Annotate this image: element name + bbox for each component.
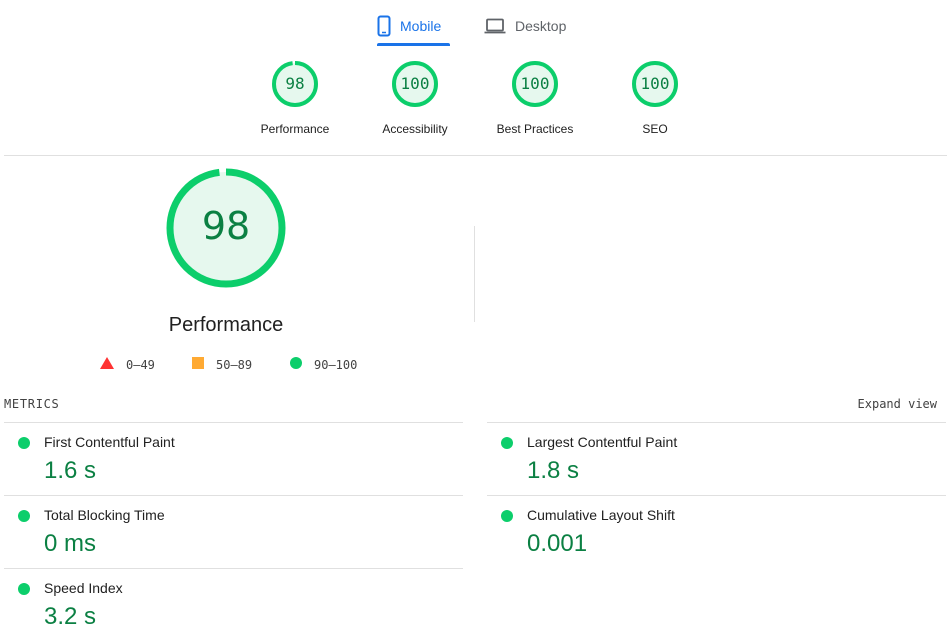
metric-largest-contentful-paint: Largest Contentful Paint 1.8 s xyxy=(487,422,946,495)
metric-value: 1.8 s xyxy=(527,457,580,484)
pass-circle-icon xyxy=(501,437,513,449)
metric-name: First Contentful Paint xyxy=(44,434,175,450)
legend-average-range: 50–89 xyxy=(216,357,253,372)
performance-gauge: 98 xyxy=(165,167,287,289)
legend-fail: 0–49 xyxy=(100,357,155,372)
laptop-icon xyxy=(484,18,506,34)
legend-pass-range: 90–100 xyxy=(314,357,358,372)
metric-cumulative-layout-shift: Cumulative Layout Shift 0.001 xyxy=(487,495,946,568)
category-seo[interactable]: 100 SEO xyxy=(595,58,715,136)
legend-pass: 90–100 xyxy=(290,357,357,372)
metric-name: Largest Contentful Paint xyxy=(527,434,678,450)
score-seo: 100 xyxy=(640,74,670,93)
metric-speed-index: Speed Index 3.2 s xyxy=(4,568,463,641)
performance-title: Performance xyxy=(168,314,284,336)
tab-mobile[interactable]: Mobile xyxy=(377,8,450,46)
triangle-icon xyxy=(100,357,114,372)
pass-circle-icon xyxy=(18,510,30,522)
metrics-title: METRICS xyxy=(4,397,60,411)
metric-name: Total Blocking Time xyxy=(44,507,165,523)
metric-total-blocking-time: Total Blocking Time 0 ms xyxy=(4,495,463,568)
label-accessibility: Accessibility xyxy=(382,122,448,136)
metric-first-contentful-paint: First Contentful Paint 1.6 s xyxy=(4,422,463,495)
gauge-seo: 100 xyxy=(629,58,681,110)
gauge-best-practices: 100 xyxy=(509,58,561,110)
form-factor-tabs: Mobile Desktop xyxy=(0,0,947,46)
tab-mobile-label: Mobile xyxy=(400,18,442,34)
category-accessibility[interactable]: 100 Accessibility xyxy=(355,58,475,136)
expand-view-button[interactable]: Expand view xyxy=(858,397,937,411)
performance-score: 98 xyxy=(201,204,251,248)
category-gauges: 98 Performance 100 Accessibility 100 Bes… xyxy=(0,58,947,142)
pass-circle-icon xyxy=(501,510,513,522)
circle-icon xyxy=(290,357,302,372)
label-best-practices: Best Practices xyxy=(496,122,574,136)
metric-value: 0.001 xyxy=(527,530,588,557)
legend-fail-range: 0–49 xyxy=(126,357,155,372)
label-performance: Performance xyxy=(260,122,330,136)
metric-value: 0 ms xyxy=(44,530,97,557)
score-accessibility: 100 xyxy=(400,74,430,93)
legend-average: 50–89 xyxy=(192,357,252,372)
phone-icon xyxy=(377,15,391,37)
gauge-accessibility: 100 xyxy=(389,58,441,110)
category-best-practices[interactable]: 100 Best Practices xyxy=(475,58,595,136)
square-icon xyxy=(192,357,204,372)
category-performance[interactable]: 98 Performance xyxy=(235,58,355,136)
score-performance: 98 xyxy=(285,74,305,93)
metric-name: Cumulative Layout Shift xyxy=(527,507,675,523)
metric-value: 1.6 s xyxy=(44,457,97,484)
tab-desktop[interactable]: Desktop xyxy=(484,8,576,44)
metric-name: Speed Index xyxy=(44,580,123,596)
gauge-performance: 98 xyxy=(269,58,321,110)
label-seo: SEO xyxy=(642,122,668,136)
metric-value: 3.2 s xyxy=(44,603,97,630)
tab-desktop-label: Desktop xyxy=(515,18,567,34)
score-best-practices: 100 xyxy=(520,74,550,93)
pass-circle-icon xyxy=(18,583,30,595)
top-divider xyxy=(4,155,947,156)
vertical-divider xyxy=(474,226,475,322)
pass-circle-icon xyxy=(18,437,30,449)
